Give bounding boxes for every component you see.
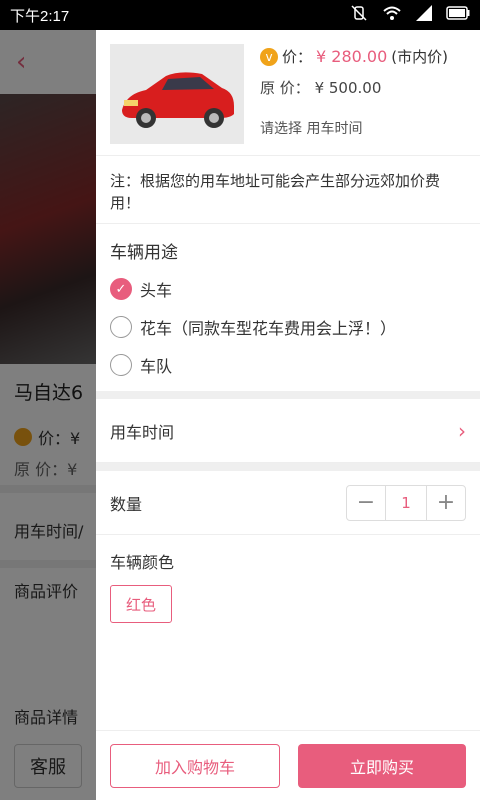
price-label: 价： [282, 48, 313, 66]
quantity-row: 数量 − 1 + [96, 471, 480, 535]
bottom-actions: 加入购物车 立即购买 [96, 730, 480, 800]
section-gap [96, 391, 480, 399]
current-price: ¥ 280.00 [316, 47, 388, 66]
status-bar: 下午2:17 [0, 0, 480, 30]
check-icon: ✓ [110, 278, 132, 300]
product-summary: v 价： ¥ 280.00 (市内价) 原 价： ¥ 500.00 请选择 用车… [96, 30, 480, 156]
usage-option-wedding-car[interactable]: 花车（同款车型花车费用会上浮！） [110, 315, 466, 339]
usage-option-motorcade[interactable]: 车队 [110, 353, 466, 377]
color-option-red[interactable]: 红色 [110, 585, 172, 623]
battery-icon [446, 6, 470, 24]
add-to-cart-button[interactable]: 加入购物车 [110, 743, 280, 788]
quantity-stepper: − 1 + [346, 484, 466, 521]
usage-section: 车辆用途 ✓ 头车 花车（同款车型花车费用会上浮！） 车队 [96, 238, 480, 377]
select-hint: 请选择 用车时间 [260, 121, 363, 137]
plus-button[interactable]: + [427, 486, 465, 520]
purchase-panel: v 价： ¥ 280.00 (市内价) 原 价： ¥ 500.00 请选择 用车… [96, 30, 480, 800]
usage-option-lead-car[interactable]: ✓ 头车 [110, 277, 466, 301]
chevron-right-icon: › [458, 418, 466, 443]
original-price: ¥ 500.00 [314, 79, 382, 97]
radio-icon [110, 316, 132, 338]
color-section: 车辆颜色 红色 [96, 549, 480, 623]
product-thumbnail [110, 44, 244, 144]
vip-badge-icon: v [260, 47, 278, 66]
color-title: 车辆颜色 [110, 553, 175, 572]
minus-button[interactable]: − [347, 486, 385, 520]
price-note: (市内价) [391, 48, 448, 66]
time-row[interactable]: 用车时间 › [96, 399, 480, 463]
quantity-label: 数量 [110, 494, 143, 514]
buy-now-button[interactable]: 立即购买 [298, 743, 466, 788]
status-time: 下午2:17 [10, 7, 70, 25]
original-price-label: 原 价： [260, 79, 310, 97]
mute-icon [350, 5, 368, 25]
wifi-icon [382, 5, 402, 25]
usage-title: 车辆用途 [110, 243, 178, 263]
signal-icon [416, 5, 432, 25]
radio-icon [110, 354, 132, 376]
quantity-value[interactable]: 1 [385, 485, 427, 520]
surcharge-note: 注：根据您的用车地址可能会产生部分远郊加价费用！ [96, 156, 480, 224]
section-gap [96, 463, 480, 471]
time-label: 用车时间 [110, 422, 175, 442]
